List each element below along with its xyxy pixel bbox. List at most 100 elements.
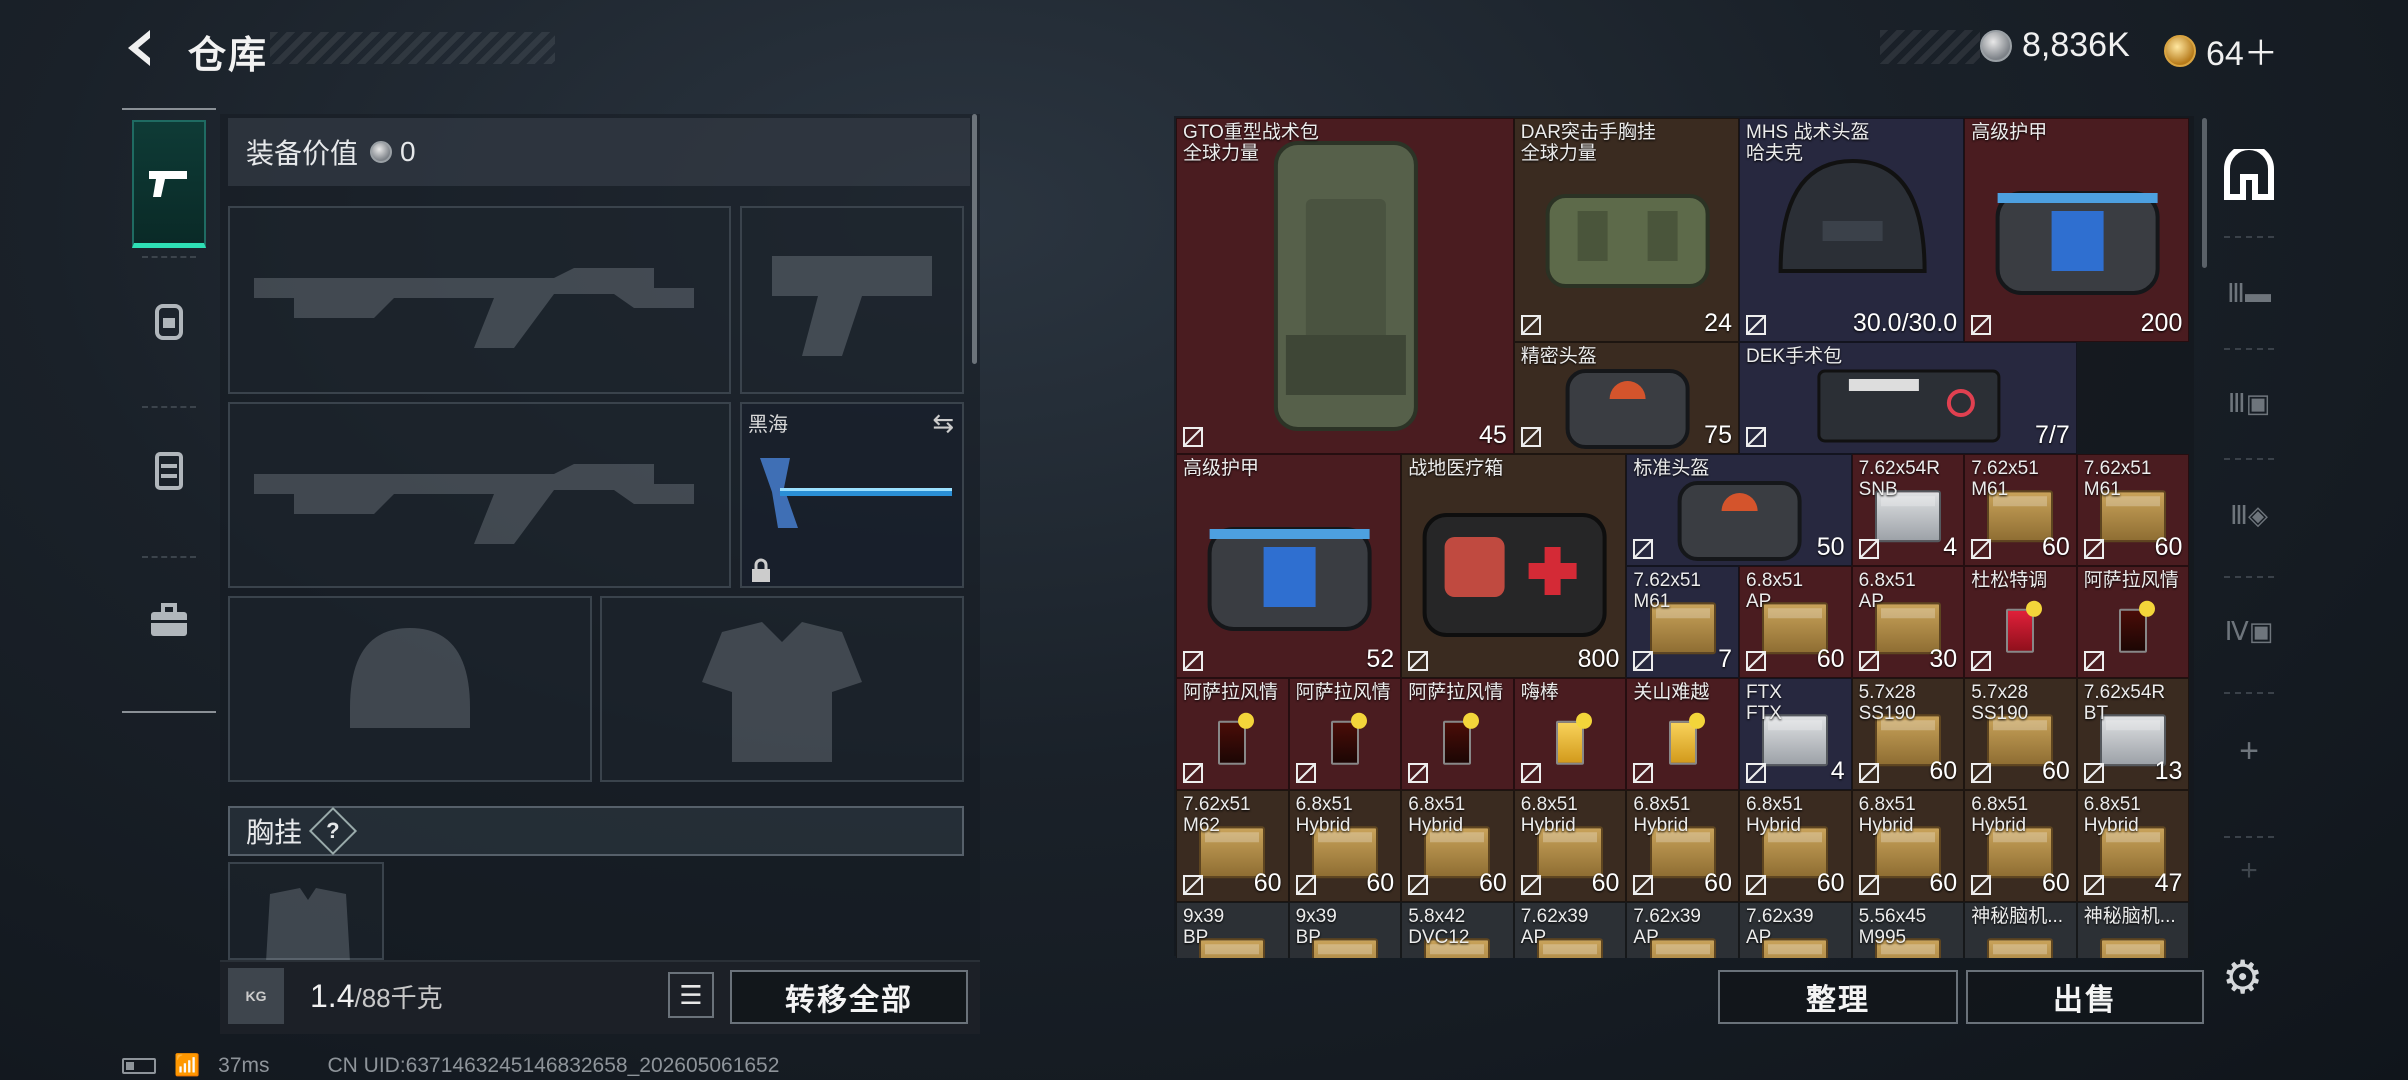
not-insured-icon	[1183, 875, 1203, 895]
stash-item[interactable]: MHS 战术头盔 哈夫克 30.0/30.0	[1739, 118, 1965, 342]
tab-divider	[2224, 576, 2274, 578]
stash-item[interactable]: 战地医疗箱 800	[1401, 454, 1627, 678]
chest-rig-slot[interactable]	[228, 862, 384, 962]
stash-item[interactable]: 9x39 BP	[1176, 902, 1289, 958]
item-count: 60	[2041, 757, 2070, 785]
stash-item[interactable]: 5.56x45 M995	[1851, 902, 1965, 958]
tab-weapons[interactable]	[132, 120, 206, 248]
stash-item[interactable]: 6.8x51 AP 30	[1851, 566, 1965, 678]
tab-stash-3-weapons[interactable]: Ⅲ▬	[2220, 264, 2278, 322]
backpack-icon	[155, 304, 183, 340]
stash-item[interactable]: 9x39 BP	[1288, 902, 1402, 958]
stash-item[interactable]: 高级护甲 200	[1964, 118, 2190, 342]
stash-item[interactable]: 7.62x51 M62 60	[1176, 790, 1289, 902]
stash-item[interactable]: 7.62x39 AP	[1626, 902, 1739, 958]
item-count: 60	[1929, 869, 1958, 897]
tab-vest[interactable]	[132, 420, 206, 520]
stash-scrollbar[interactable]	[2202, 118, 2207, 268]
stash-item[interactable]: 6.8x51 Hybrid 60	[1739, 790, 1852, 902]
weight-icon: KG	[228, 968, 284, 1024]
chest-rig-help-button[interactable]: ?	[308, 806, 358, 856]
item-name: MHS 战术头盔 哈夫克	[1746, 122, 1870, 164]
stash-item[interactable]: 7.62x54R SNB 4	[1851, 454, 1965, 566]
item-name: 高级护甲	[1183, 458, 1260, 479]
stash-item[interactable]: 标准头盔 50	[1626, 454, 1852, 566]
armor-slot[interactable]	[600, 596, 964, 782]
item-name: 7.62x39 AP	[1633, 906, 1702, 948]
tomahawk-icon	[760, 458, 952, 528]
weight-current: 1.4	[310, 978, 355, 1014]
stash-item[interactable]: 高级护甲 52	[1176, 454, 1402, 678]
sort-button[interactable]: 整理	[1718, 970, 1958, 1024]
helmet-slot[interactable]	[228, 596, 592, 782]
stash-item[interactable]: 神秘脑机...	[1964, 902, 2077, 958]
loadout-scrollbar[interactable]	[972, 114, 977, 364]
gold-currency[interactable]: 64＋	[2164, 26, 2278, 75]
pistol-slot[interactable]	[740, 206, 964, 394]
tab-stash-3-misc[interactable]: Ⅲ◈	[2220, 486, 2278, 544]
stash-item[interactable]: 7.62x51 M61 60	[1964, 454, 2077, 566]
item-count: 60	[1704, 869, 1732, 897]
not-insured-icon	[1295, 763, 1316, 783]
not-insured-icon	[1520, 315, 1541, 335]
item-count: 4	[1943, 533, 1958, 561]
stash-item[interactable]: 阿萨拉风情	[1401, 678, 1514, 790]
primary-weapon-slot[interactable]	[228, 206, 731, 394]
stash-item[interactable]: 5.7x28 SS190 60	[1851, 678, 1965, 790]
stash-item[interactable]: 6.8x51 Hybrid 60	[1626, 790, 1739, 902]
swap-icon[interactable]: ⇆	[932, 408, 954, 439]
stash-item[interactable]: 7.62x39 AP	[1739, 902, 1852, 958]
stash-item[interactable]: 6.8x51 Hybrid 47	[2076, 790, 2190, 902]
item-name: 阿萨拉风情	[1408, 682, 1504, 703]
transfer-all-button[interactable]: 转移全部	[730, 970, 968, 1024]
add-stash-tab-button[interactable]: +	[2220, 722, 2278, 780]
sell-button[interactable]: 出售	[1966, 970, 2204, 1024]
back-button[interactable]	[118, 24, 166, 72]
stash-item[interactable]: 6.8x51 Hybrid 60	[1851, 790, 1965, 902]
stash-item[interactable]: 杜松特调	[1964, 566, 2077, 678]
vest-silhouette-icon	[266, 888, 350, 962]
stash-item[interactable]: FTX FTX 4	[1739, 678, 1852, 790]
tab-backpack[interactable]	[132, 270, 206, 370]
stash-item[interactable]: 6.8x51 Hybrid 60	[1513, 790, 1627, 902]
page-title: 仓库	[188, 35, 269, 77]
stash-item[interactable]: 7.62x51 M61 7	[1626, 566, 1739, 678]
stash-item[interactable]: 嗨棒	[1513, 678, 1627, 790]
list-view-button[interactable]: ☰	[668, 972, 714, 1018]
stash-item[interactable]: 7.62x51 M61 60	[2076, 454, 2190, 566]
back-arrow-icon	[128, 30, 150, 66]
stash-item[interactable]: 7.62x54R BT 13	[2076, 678, 2190, 790]
not-insured-icon	[2083, 875, 2104, 895]
item-count: 24	[1704, 309, 1732, 337]
stash-item[interactable]: 阿萨拉风情	[2076, 566, 2190, 678]
stash-item[interactable]: 5.8x42 DVC12	[1401, 902, 1514, 958]
weight-icon-label: KG	[245, 988, 267, 1004]
drink-icon	[1330, 712, 1367, 765]
stash-item[interactable]: DAR突击手胸挂 全球力量 24	[1513, 118, 1739, 342]
tab-case[interactable]	[132, 570, 206, 670]
stash-item[interactable]: 6.8x51 Hybrid 60	[1964, 790, 2077, 902]
tab-stash-4[interactable]: Ⅳ▣	[2220, 602, 2278, 660]
secondary-weapon-slot[interactable]	[228, 402, 731, 588]
item-name: 9x39 BP	[1295, 906, 1337, 948]
silver-coin-icon	[370, 141, 393, 163]
tab-stash-3-gear[interactable]: Ⅲ▣	[2220, 374, 2278, 432]
tab-stash-all[interactable]	[2220, 146, 2278, 204]
stash-item[interactable]: 神秘脑机...	[2076, 902, 2190, 958]
settings-gear-icon[interactable]: ⚙	[2222, 950, 2263, 1004]
stash-item[interactable]: 关山难越	[1626, 678, 1739, 790]
stash-item[interactable]: 7.62x39 AP	[1513, 902, 1627, 958]
not-insured-icon	[1633, 763, 1654, 783]
stash-item[interactable]: 5.7x28 SS190 60	[1964, 678, 2077, 790]
silver-currency[interactable]: 8,836K	[1980, 26, 2130, 65]
stash-item[interactable]: 6.8x51 Hybrid 60	[1401, 790, 1514, 902]
stash-item[interactable]: 阿萨拉风情	[1288, 678, 1402, 790]
stash-item[interactable]: 阿萨拉风情	[1176, 678, 1289, 790]
melee-slot[interactable]: 黑海 ⇆	[740, 402, 964, 588]
stash-item[interactable]: 6.8x51 Hybrid 60	[1288, 790, 1402, 902]
stash-item[interactable]: 精密头盔 75	[1513, 342, 1739, 454]
stash-item[interactable]: GTO重型战术包 全球力量 45	[1176, 118, 1514, 454]
item-count: 60	[2154, 533, 2183, 561]
stash-item[interactable]: DEK手术包 7/7	[1739, 342, 2077, 454]
stash-item[interactable]: 6.8x51 AP 60	[1739, 566, 1852, 678]
